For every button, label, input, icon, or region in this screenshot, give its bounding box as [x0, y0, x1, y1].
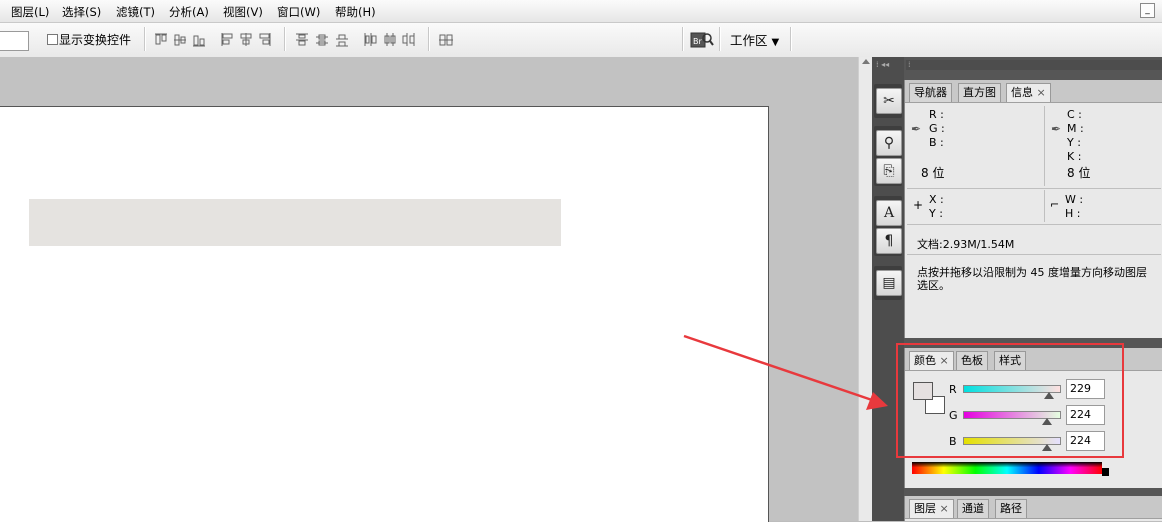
- annotation-arrow: [683, 334, 888, 410]
- annotation-arrow-line: [683, 334, 873, 402]
- annotation-arrow-head: [866, 392, 888, 410]
